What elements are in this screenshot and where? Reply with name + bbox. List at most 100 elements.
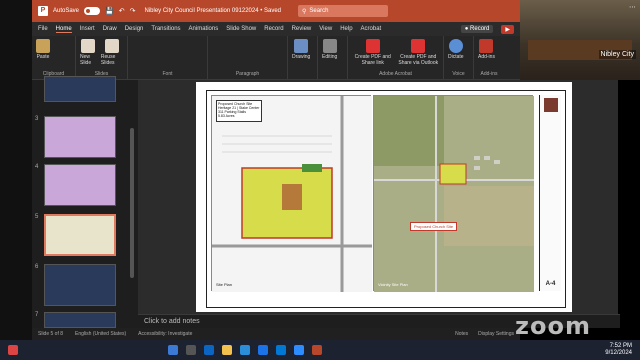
create-pdf-outlook-button[interactable]: Create PDF and Share via Outlook: [398, 39, 440, 66]
tab-acrobat[interactable]: Acrobat: [361, 26, 382, 32]
status-bar: Slide 5 of 8 English (United States) Acc…: [32, 328, 520, 340]
title-bar: P AutoSave 💾 ↶ ↷ Nibley City Council Pre…: [32, 0, 520, 22]
present-button[interactable]: ▶: [501, 24, 514, 34]
architect-logo: [543, 98, 558, 112]
redo-icon[interactable]: ↷: [130, 7, 136, 15]
zoom-app-icon[interactable]: [294, 345, 304, 355]
dictate-button[interactable]: Dictate: [448, 39, 464, 60]
language-indicator[interactable]: English (United States): [75, 331, 126, 337]
thumbnails-scrollbar[interactable]: [130, 128, 134, 278]
thumbnail-number: 6: [35, 264, 39, 270]
acrobat-group-label: Adobe Acrobat: [379, 71, 412, 77]
create-pdf-outlook-label: Create PDF and Share via Outlook: [398, 54, 439, 66]
tab-draw[interactable]: Draw: [103, 26, 117, 32]
reuse-slides-button[interactable]: Reuse Slides: [101, 39, 123, 66]
tab-file[interactable]: File: [38, 26, 48, 32]
thumbnail-slide-6[interactable]: [44, 264, 116, 306]
editing-icon: [322, 39, 337, 53]
pdf-outlook-icon: [411, 39, 426, 53]
powerpoint-app-icon[interactable]: [312, 345, 322, 355]
thumbnail-slide-5[interactable]: [44, 214, 116, 256]
slides-group: New Slide Reuse Slides Slides: [76, 36, 128, 79]
zoom-participant-video[interactable]: ⋯ Nibley City: [520, 0, 640, 80]
site-info-box: Proposed Church Site Heritage 21 | Stake…: [216, 100, 262, 122]
thumbnail-slide-2[interactable]: [44, 76, 116, 102]
addins-button[interactable]: Add-ins: [478, 39, 495, 60]
accessibility-status[interactable]: Accessibility: Investigate: [138, 331, 192, 337]
tab-design[interactable]: Design: [125, 26, 144, 32]
tab-animations[interactable]: Animations: [189, 26, 219, 32]
teams-icon[interactable]: [204, 345, 214, 355]
search-placeholder: Search: [309, 8, 329, 14]
more-options-icon[interactable]: ⋯: [629, 3, 636, 11]
create-pdf-share-label: Create PDF and Share link: [354, 54, 391, 66]
thumbnail-slide-7[interactable]: [44, 312, 116, 328]
addins-group: Add-ins Add-ins: [474, 36, 504, 79]
undo-icon[interactable]: ↶: [119, 7, 125, 15]
windows-icon[interactable]: [168, 345, 178, 355]
search-taskbar-icon[interactable]: [186, 345, 196, 355]
tab-insert[interactable]: Insert: [80, 26, 95, 32]
new-slide-icon: [81, 39, 96, 53]
drawing-title-block: A-4: [539, 95, 561, 291]
slide-count: Slide 5 of 8: [38, 331, 64, 337]
outlook-icon[interactable]: [276, 345, 286, 355]
clock-date: 9/12/2024: [605, 350, 632, 356]
thumbnail-slide-4[interactable]: [44, 164, 116, 206]
slide-thumbnails-pane: 3 4 5 6 7: [32, 76, 138, 328]
search-input[interactable]: ⚲ Search: [298, 5, 389, 17]
notes-placeholder: Click to add notes: [144, 318, 200, 325]
slide-editing-area: Proposed Church Site Heritage 21 | Stake…: [138, 80, 618, 314]
system-clock[interactable]: 7:52 PM 9/12/2024: [605, 343, 632, 357]
participant-name: Nibley City: [598, 50, 636, 59]
tab-transitions[interactable]: Transitions: [151, 26, 180, 32]
microphone-icon: [448, 39, 463, 53]
record-button[interactable]: ● Record: [460, 25, 494, 33]
paste-icon: [36, 39, 50, 53]
autosave-toggle[interactable]: [84, 7, 101, 15]
thumbnail-number: 4: [35, 164, 39, 170]
info-line: 5.83 Acres: [218, 114, 235, 118]
vicinity-caption: Vicinity Site Plan: [378, 282, 408, 287]
save-icon[interactable]: 💾: [105, 7, 114, 15]
tab-home[interactable]: Home: [55, 26, 72, 33]
tab-view[interactable]: View: [319, 26, 332, 32]
present-icon: ▶: [505, 26, 510, 33]
addins-icon: [479, 39, 494, 53]
reuse-slides-icon: [104, 39, 119, 53]
notes-button[interactable]: Notes: [455, 331, 468, 337]
start-icon[interactable]: [8, 345, 18, 355]
drawing-button[interactable]: Drawing: [292, 39, 310, 60]
tab-slide-show[interactable]: Slide Show: [226, 26, 256, 32]
pdf-icon: [365, 39, 380, 53]
thumbnail-number: 7: [35, 312, 39, 318]
font-group-label: Font: [162, 71, 173, 77]
search-icon: ⚲: [302, 8, 307, 15]
create-pdf-share-button[interactable]: Create PDF and Share link: [352, 39, 394, 66]
editing-button[interactable]: Editing: [322, 39, 337, 60]
thumbnail-slide-3[interactable]: [44, 116, 116, 158]
new-slide-button[interactable]: New Slide: [80, 39, 97, 66]
current-slide[interactable]: Proposed Church Site Heritage 21 | Stake…: [196, 82, 572, 312]
tab-review[interactable]: Review: [292, 26, 312, 32]
paste-button[interactable]: Paste: [36, 39, 50, 60]
ribbon-tabs: File Home Insert Draw Design Transitions…: [32, 22, 520, 36]
site-plan-caption: Site Plan: [216, 282, 233, 287]
acrobat-group: Create PDF and Share link Create PDF and…: [348, 36, 444, 79]
file-explorer-icon[interactable]: [222, 345, 232, 355]
display-settings-button[interactable]: Display Settings: [478, 331, 514, 337]
clock-time: 7:52 PM: [609, 343, 632, 349]
chrome-icon[interactable]: [258, 345, 268, 355]
paragraph-group: Paragraph: [208, 36, 288, 79]
record-dot-icon: ●: [464, 26, 469, 32]
voice-group-label: Voice: [452, 71, 465, 77]
dictate-label: Dictate: [448, 54, 464, 60]
proposed-site-label: Proposed Church Site: [410, 222, 458, 231]
font-group: Font: [128, 36, 208, 79]
drawing-group: Drawing: [288, 36, 318, 79]
edge-icon[interactable]: [240, 345, 250, 355]
tab-help[interactable]: Help: [340, 26, 352, 32]
tab-record[interactable]: Record: [264, 26, 283, 32]
editing-label: Editing: [322, 54, 338, 60]
clipboard-group: Paste Clipboard: [32, 36, 76, 79]
